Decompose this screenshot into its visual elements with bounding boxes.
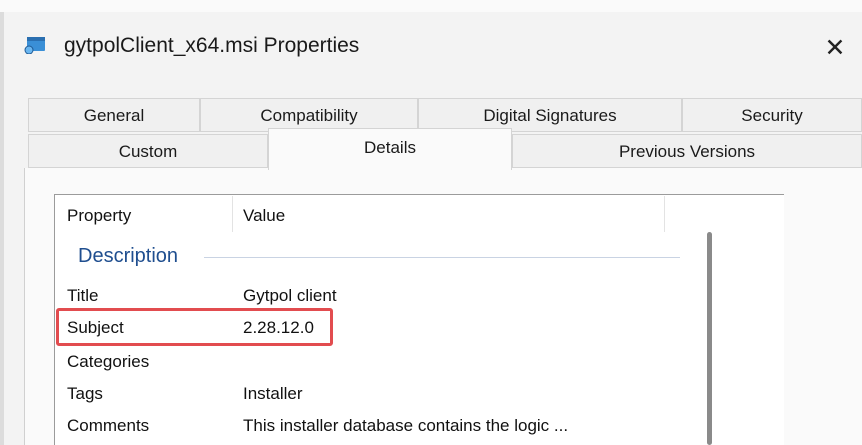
- close-button[interactable]: ✕: [820, 34, 850, 64]
- tab-digital-signatures[interactable]: Digital Signatures: [418, 98, 682, 132]
- row-title-property[interactable]: Title: [67, 286, 99, 306]
- column-divider[interactable]: [664, 196, 665, 232]
- tab-security[interactable]: Security: [682, 98, 862, 132]
- window-border: [0, 12, 4, 445]
- window-title: gytpolClient_x64.msi Properties: [64, 34, 360, 57]
- subject-highlight-box: [56, 308, 333, 346]
- group-header-description: Description: [78, 245, 179, 267]
- tab-previous-versions[interactable]: Previous Versions: [512, 134, 862, 168]
- tab-details[interactable]: Details: [268, 128, 512, 170]
- title-bar[interactable]: gytpolClient_x64.msi Properties ✕: [4, 12, 862, 72]
- column-header-value[interactable]: Value: [243, 206, 285, 226]
- row-comments-property[interactable]: Comments: [67, 416, 149, 436]
- column-divider[interactable]: [232, 196, 233, 232]
- tab-custom[interactable]: Custom: [28, 134, 268, 168]
- column-header-property[interactable]: Property: [67, 206, 131, 226]
- row-categories-property[interactable]: Categories: [67, 352, 149, 372]
- row-tags-value[interactable]: Installer: [243, 384, 303, 404]
- tab-compatibility[interactable]: Compatibility: [200, 98, 418, 132]
- msi-installer-icon: [24, 37, 45, 54]
- background-strip: [0, 0, 862, 12]
- tab-general[interactable]: General: [28, 98, 200, 132]
- properties-dialog: gytpolClient_x64.msi Properties ✕ Genera…: [0, 0, 862, 445]
- row-title-value[interactable]: Gytpol client: [243, 286, 337, 306]
- scrollbar-thumb[interactable]: [707, 232, 712, 445]
- row-comments-value[interactable]: This installer database contains the log…: [243, 416, 568, 436]
- row-tags-property[interactable]: Tags: [67, 384, 103, 404]
- group-divider: [204, 257, 680, 258]
